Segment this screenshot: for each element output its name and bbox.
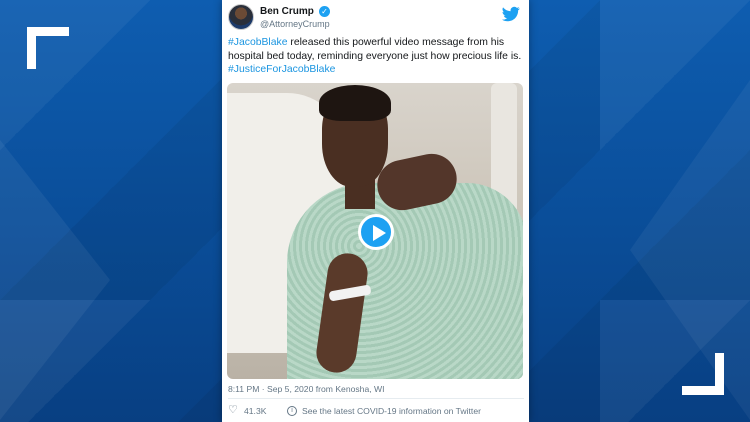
covid-info-link[interactable]: See the latest COVID-19 information on T…	[302, 406, 481, 416]
tweet-timestamp[interactable]: 8:11 PM · Sep 5, 2020 from Kenosha, WI	[228, 384, 385, 394]
play-icon[interactable]	[358, 214, 394, 250]
twitter-bird-icon[interactable]	[502, 5, 520, 23]
hashtag-jacob-blake[interactable]: #JacobBlake	[228, 37, 288, 48]
hashtag-justice-for-jacob-blake[interactable]: #JusticeForJacobBlake	[228, 64, 335, 75]
info-icon[interactable]: i	[287, 406, 297, 416]
verified-badge-icon: ✓	[319, 6, 330, 17]
corner-bracket-bottom-right-vertical	[715, 353, 724, 395]
tweet-divider	[228, 398, 524, 399]
background-shape-left	[0, 140, 110, 420]
avatar[interactable]	[228, 4, 254, 30]
author-name[interactable]: Ben Crump	[260, 6, 314, 17]
tweet-text: #JacobBlake released this powerful video…	[228, 36, 524, 77]
like-count[interactable]: 41.3K	[244, 406, 266, 416]
tweet-embed-card: Ben Crump ✓ @AttorneyCrump #JacobBlake r…	[222, 0, 529, 422]
video-frame-hair	[319, 85, 391, 121]
corner-bracket-top-left-vertical	[27, 27, 36, 69]
tweet-video[interactable]	[227, 83, 523, 379]
background-shape-right	[630, 80, 750, 420]
author-handle[interactable]: @AttorneyCrump	[260, 19, 330, 29]
tweet-header: Ben Crump ✓ @AttorneyCrump	[228, 4, 524, 32]
heart-icon[interactable]: ♡	[228, 405, 240, 416]
